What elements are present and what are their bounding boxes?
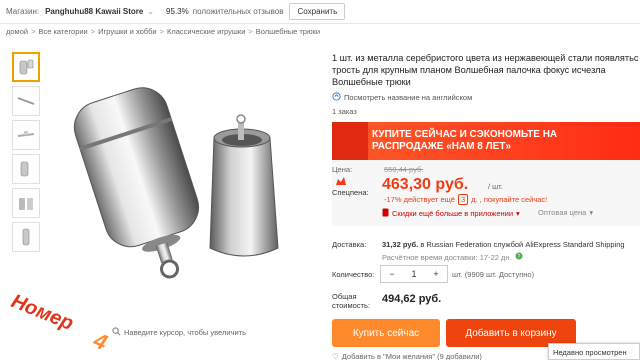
quantity-available: шт. (9909 шт. Доступно) xyxy=(452,270,535,279)
store-rating-percent: 95.3% xyxy=(166,6,189,16)
wishlist-text: Добавить в "Мои желания" (9 добавили) xyxy=(341,352,482,360)
promo-line: РАСПРОДАЖЕ «НАМ 8 ЛЕТ» xyxy=(372,141,511,152)
breadcrumb-magic-tricks[interactable]: Волшебные трюки xyxy=(256,27,320,36)
breadcrumb-separator: > xyxy=(159,27,164,36)
breadcrumb-all-categories[interactable]: Все категории xyxy=(38,27,87,36)
stamp-text-number: Номер xyxy=(8,290,76,335)
product-title-line: 1 шт. из металла серебристого цвета из н… xyxy=(332,53,639,63)
thumbnail-5[interactable] xyxy=(12,188,40,218)
svg-text:?: ? xyxy=(517,254,520,260)
breadcrumb-separator: > xyxy=(90,27,96,36)
wholesale-price-dropdown[interactable]: Оптовая цена ▾ xyxy=(538,208,593,217)
store-rating-text: положительных отзывов xyxy=(192,6,284,16)
orders-count: 1 заказ xyxy=(332,107,357,116)
breadcrumb-separator: > xyxy=(248,27,253,36)
days-left-badge: 3 xyxy=(457,194,469,205)
promo-flag-icon xyxy=(332,122,368,160)
quantity-section: Количество: − 1 + шт. (9909 шт. Доступно… xyxy=(332,265,640,285)
discount-text-rest: д. , покупайте сейчас! xyxy=(471,195,548,204)
shipping-info[interactable]: 31,32 руб. в Russian Federation службой … xyxy=(382,240,625,249)
delivery-estimate-text: Расчётное время доставки: 17-22 дн. xyxy=(382,252,512,262)
store-name-link[interactable]: Panghuhu88 Kawaii Store xyxy=(45,7,143,16)
product-title-line: трость для крупным планом Волшебная пало… xyxy=(332,65,606,75)
add-to-wishlist-link[interactable]: ♡ Добавить в "Мои желания" (9 добавили) xyxy=(332,352,482,360)
heart-icon: ♡ xyxy=(332,352,339,360)
price-box: Цена: 558,44 руб. Спецпена: 463,30 руб. … xyxy=(332,160,640,226)
zoom-hint: Наведите курсор, чтобы увеличить xyxy=(112,327,246,338)
chevron-down-icon: ▾ xyxy=(516,209,520,218)
quantity-increase-button[interactable]: + xyxy=(425,269,447,279)
discount-timer: -17% действует ещё 3 д. , покупайте сейч… xyxy=(384,194,547,205)
shipping-label: Доставка: xyxy=(332,240,367,249)
translate-title-text: Посмотреть название на английском xyxy=(344,93,473,102)
promo-banner[interactable]: КУПИТЕ СЕЙЧАС И СЭКОНОМЬТЕ НА РАСПРОДАЖЕ… xyxy=(332,122,640,160)
total-value: 494,62 руб. xyxy=(382,293,442,305)
shipping-cost: 31,32 руб. xyxy=(382,240,419,249)
thumbnail-2[interactable] xyxy=(12,86,40,116)
translate-title-link[interactable]: Посмотреть название на английском xyxy=(332,92,640,103)
recently-viewed-panel[interactable]: Недавно просмотрен xyxy=(548,343,640,360)
stamp-text-digit: 4 xyxy=(89,327,111,355)
thumbnail-3[interactable] xyxy=(12,120,40,150)
help-icon[interactable]: ? xyxy=(515,252,523,262)
sale-price-label: Спецпена: xyxy=(332,188,369,197)
promo-line: КУПИТЕ СЕЙЧАС И СЭКОНОМЬТЕ НА xyxy=(372,129,558,140)
breadcrumb-home[interactable]: домой xyxy=(6,27,28,36)
delivery-estimate: Расчётное время доставки: 17-22 дн. ? xyxy=(382,252,523,262)
thumbnail-6[interactable] xyxy=(12,222,40,252)
quantity-input[interactable]: 1 xyxy=(403,269,425,279)
breadcrumb-toys[interactable]: Игрушки и хобби xyxy=(98,27,156,36)
thumbnail-list xyxy=(12,52,42,256)
app-discount-text: Скидки ещё больше в приложении xyxy=(392,209,514,218)
product-title: 1 шт. из металла серебристого цвета из н… xyxy=(332,52,640,88)
thumbnail-1[interactable] xyxy=(12,52,40,82)
quantity-decrease-button[interactable]: − xyxy=(381,269,403,279)
breadcrumb-separator: > xyxy=(31,27,36,36)
current-price: 463,30 руб. xyxy=(382,176,469,193)
store-bar: Магазин: Panghuhu88 Kawaii Store ⌄ 95.3%… xyxy=(0,0,640,22)
save-store-button[interactable]: Сохранить xyxy=(289,2,346,20)
quantity-label: Количество: xyxy=(332,270,375,279)
price-label: Цена: xyxy=(332,165,353,174)
thumbnail-4[interactable] xyxy=(12,154,40,184)
chevron-down-icon[interactable]: ⌄ xyxy=(147,7,154,16)
breadcrumb-classic-toys[interactable]: Классические игрушки xyxy=(167,27,245,36)
magnifier-icon xyxy=(112,327,121,338)
zoom-hint-text: Наведите курсор, чтобы увеличить xyxy=(124,328,246,337)
shipping-method: в Russian Federation службой AliExpress … xyxy=(420,240,625,249)
old-price: 558,44 руб. xyxy=(384,165,424,174)
divider xyxy=(0,23,640,24)
discount-text: -17% действует ещё xyxy=(384,195,455,204)
store-label: Магазин: xyxy=(6,6,40,16)
wholesale-price-text: Оптовая цена xyxy=(538,208,587,217)
translate-icon xyxy=(332,92,341,103)
quantity-stepper: − 1 + xyxy=(380,265,448,283)
phone-icon xyxy=(382,208,389,219)
breadcrumb: домой > Все категории > Игрушки и хобби … xyxy=(6,27,320,36)
app-discount-link[interactable]: Скидки ещё больше в приложении ▾ xyxy=(382,208,520,219)
total-label: Общая стоимость: xyxy=(332,292,370,310)
product-title-line: Волшебные трюки xyxy=(332,77,411,87)
number-stamp-overlay: Номер 4 xyxy=(2,270,112,356)
chevron-down-icon: ▾ xyxy=(589,208,594,217)
buy-now-button[interactable]: Купить сейчас xyxy=(332,319,440,347)
price-unit: / шт. xyxy=(488,182,503,191)
product-info: 1 шт. из металла серебристого цвета из н… xyxy=(332,52,640,116)
sale-flame-icon xyxy=(336,177,346,185)
